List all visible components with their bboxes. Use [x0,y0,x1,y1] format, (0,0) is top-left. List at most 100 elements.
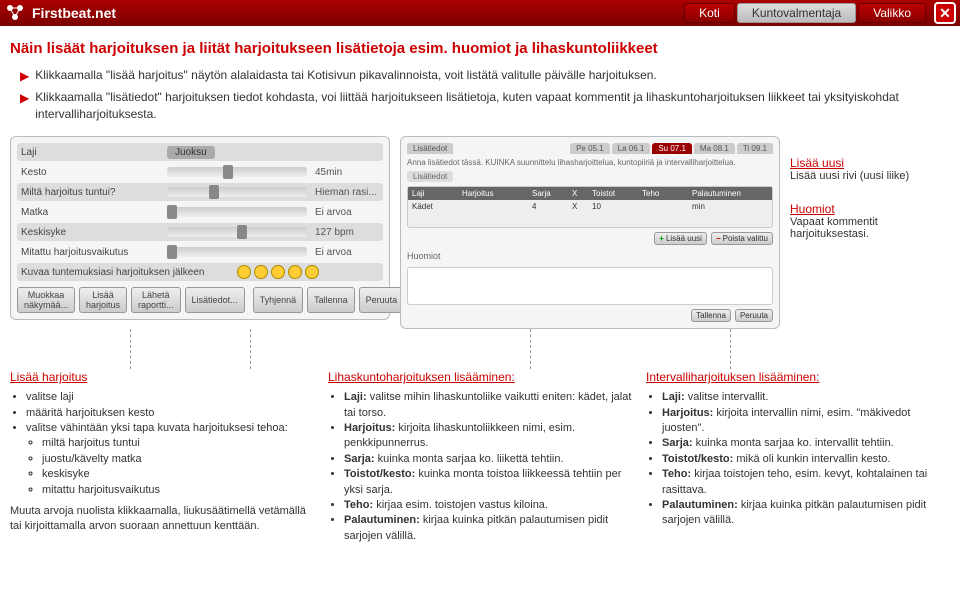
list-item: juostu/kävelty matka [42,452,314,467]
list-item: valitse laji [26,390,314,405]
clear-button[interactable]: Tyhjennä [253,287,304,313]
help-col-interval: Intervalliharjoituksen lisääminen: Laji:… [646,369,950,544]
plus-icon: + [659,234,664,243]
label-kuvaa: Kuvaa tuntemuksiasi harjoituksen jälkeen [17,267,237,278]
connector-lines [10,329,950,369]
list-item: Palautuminen: kirjaa kuinka pitkän palau… [662,498,950,529]
details-table: Laji Harjoitus Sarja X Toistot Teho Pala… [407,186,773,228]
date-tab[interactable]: Ma 08.1 [694,143,735,154]
details-button[interactable]: Lisätiedot... [185,287,245,313]
cell-x: X [568,200,588,213]
col-sarja: Sarja [528,187,568,200]
slider-keskisyke[interactable] [167,227,307,237]
huomiot-label: Huomiot [407,251,773,261]
notes-textarea[interactable] [407,267,773,305]
intro-bullets: ▶ Klikkaamalla "lisää harjoitus" näytön a… [20,67,950,122]
label-keskisyke: Keskisyke [17,227,167,238]
list-item: Sarja: kuinka monta sarjaa ko. liikettä … [344,452,632,467]
list-item: keskisyke [42,467,314,482]
callout-title: Lisää uusi [790,156,950,170]
feeling-faces[interactable] [237,265,383,279]
list-item: Laji: valitse mihin lihaskuntoliike vaik… [344,390,632,421]
slider-matka[interactable] [167,207,307,217]
label-matka: Matka [17,207,167,218]
value-tuntui: Hieman rasi... [315,187,377,198]
date-tab[interactable]: Ti 09.1 [737,143,773,154]
value-keskisyke: 127 bpm [315,227,354,238]
save-details-button[interactable]: Tallenna [691,309,731,322]
help-col-add-exercise: Lisää harjoitus valitse laji määritä har… [10,369,314,544]
slider-mitattu[interactable] [167,247,307,257]
close-icon[interactable]: ✕ [934,2,956,24]
list-item: Teho: kirjaa esim. toistojen vastus kilo… [344,498,632,513]
brand-name: Firstbeat.net [32,5,116,21]
label-tuntui: Miltä harjoitus tuntui? [17,187,167,198]
save-button[interactable]: Tallenna [307,287,355,313]
cell-laji[interactable]: Kädet [408,200,458,213]
callout-text: Lisää uusi rivi (uusi liike) [790,170,950,182]
sub-tab-details[interactable]: Lisätiedot [407,171,453,182]
col-paragraph: Muuta arvoja nuolista klikkaamalla, liuk… [10,504,314,535]
col-laji: Laji [408,187,458,200]
col-x: X [568,187,588,200]
col-title: Intervalliharjoituksen lisääminen: [646,369,950,386]
date-tab-active[interactable]: Su 07.1 [652,143,692,154]
value-laji[interactable]: Juoksu [167,146,215,159]
cancel-details-button[interactable]: Peruuta [735,309,773,322]
arrow-icon: ▶ [20,90,29,107]
nav-coach[interactable]: Kuntovalmentaja [737,3,856,23]
list-item: Toistot/kesto: mikä oli kunkin intervall… [662,452,950,467]
cell-teho[interactable] [638,200,688,213]
date-tab[interactable]: Pe 05.1 [570,143,610,154]
cancel-button[interactable]: Peruuta [359,287,405,313]
value-mitattu: Ei arvoa [315,247,352,258]
add-exercise-button[interactable]: Lisää harjoitus [79,287,127,313]
list-item: Harjoitus: kirjoita lihaskuntoliikkeen n… [344,421,632,452]
callout-add-new: Lisää uusi Lisää uusi rivi (uusi liike) [790,156,950,182]
list-item: mitattu harjoitusvaikutus [42,483,314,498]
help-col-strength: Lihaskuntoharjoituksen lisääminen: Laji:… [328,369,632,544]
page-title: Näin lisäät harjoituksen ja liität harjo… [10,40,950,57]
list-item: määritä harjoituksen kesto [26,406,314,421]
cell-sarja[interactable]: 4 [528,200,568,213]
bullet-text: Klikkaamalla "lisää harjoitus" näytön al… [35,67,657,84]
details-desc: Anna lisätiedot tässä. KUINKA suunnittel… [407,158,773,167]
nav-home[interactable]: Koti [684,3,735,23]
delete-row-button[interactable]: −Poista valittu [711,232,773,245]
table-row[interactable]: Kädet 4 X 10 min [408,200,772,213]
cell-toistot[interactable]: 10 [588,200,638,213]
slider-kesto[interactable] [167,167,307,177]
col-harjoitus: Harjoitus [458,187,528,200]
list-item: Toistot/kesto: kuinka monta toistoa liik… [344,467,632,498]
add-row-button[interactable]: +Lisää uusi [654,232,707,245]
arrow-icon: ▶ [20,68,29,85]
send-report-button[interactable]: Lähetä raportti... [131,287,181,313]
callout-text: Vapaat kommentit harjoituksestasi. [790,216,950,240]
col-title: Lihaskuntoharjoituksen lisääminen: [328,369,632,386]
list-item: Sarja: kuinka monta sarjaa ko. intervall… [662,436,950,451]
bullet-text: Klikkaamalla "lisätiedot" harjoituksen t… [35,89,950,123]
details-panel: Lisätiedot Pe 05.1 La 06.1 Su 07.1 Ma 08… [400,136,780,329]
logo-icon [4,2,26,24]
col-palautuminen: Palautuminen [688,187,772,200]
cell-harjoitus[interactable] [458,200,528,213]
value-matka: Ei arvoa [315,207,352,218]
nav-menu[interactable]: Valikko [858,3,926,23]
date-tab[interactable]: La 06.1 [612,143,651,154]
list-item: Laji: valitse intervallit. [662,390,950,405]
table-row[interactable] [408,213,772,227]
app-header: Firstbeat.net Koti Kuntovalmentaja Valik… [0,0,960,26]
callout-title: Huomiot [790,202,950,216]
edit-view-button[interactable]: Muokkaa näkymää... [17,287,75,313]
col-toistot: Toistot [588,187,638,200]
add-exercise-panel: LajiJuoksu Kesto 45min Miltä harjoitus tu… [10,136,390,320]
label-laji: Laji [17,147,167,158]
value-kesto: 45min [315,167,342,178]
minus-icon: − [716,234,721,243]
col-teho: Teho [638,187,688,200]
label-mitattu: Mitattu harjoitusvaikutus [17,247,167,258]
label-kesto: Kesto [17,167,167,178]
cell-palautuminen[interactable]: min [688,200,772,213]
details-header-tab: Lisätiedot [407,143,453,154]
slider-tuntui[interactable] [167,187,307,197]
